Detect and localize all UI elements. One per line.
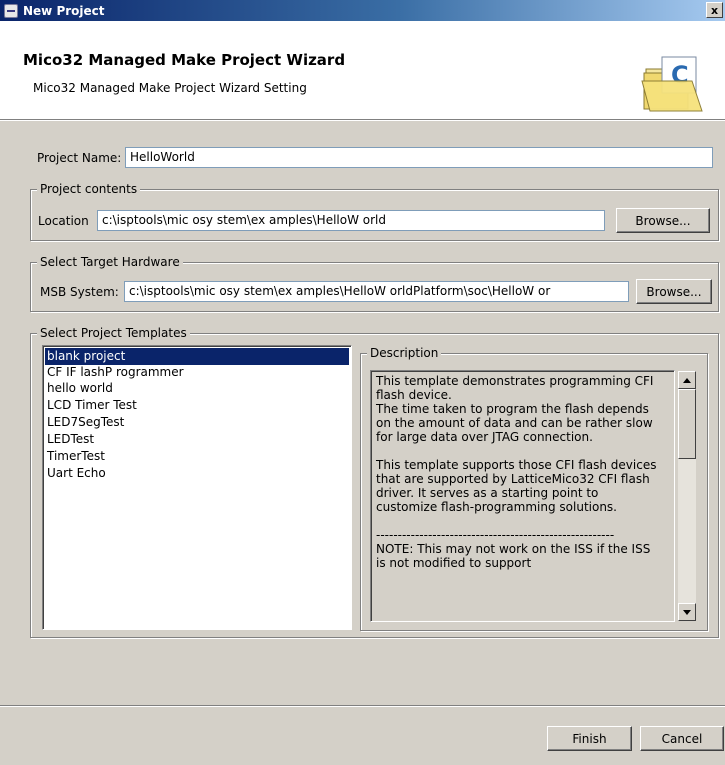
scroll-thumb[interactable] xyxy=(678,389,696,459)
msb-browse-button[interactable]: Browse... xyxy=(636,279,712,304)
template-list[interactable]: blank project CF IF lashP rogrammer hell… xyxy=(42,345,352,630)
finish-button[interactable]: Finish xyxy=(547,726,632,751)
template-item-timertest[interactable]: TimerTest xyxy=(45,448,349,465)
template-item-ledtest[interactable]: LEDTest xyxy=(45,431,349,448)
msb-system-label: MSB System: xyxy=(40,285,119,299)
project-name-label: Project Name: xyxy=(37,151,122,165)
msb-system-input[interactable]: c:\isptools\mic osy stem\ex amples\Hello… xyxy=(124,281,629,302)
description-scrollbar[interactable] xyxy=(678,371,696,621)
folder-c-icon: C xyxy=(641,56,703,112)
template-item-uart-echo[interactable]: Uart Echo xyxy=(45,465,349,482)
location-browse-button[interactable]: Browse... xyxy=(616,208,710,233)
description-paragraph-3: ----------------------------------------… xyxy=(376,528,651,570)
banner-divider xyxy=(0,120,725,121)
description-paragraph-1: This template demonstrates programming C… xyxy=(376,374,654,444)
bottom-separator-highlight xyxy=(0,706,725,707)
scroll-up-arrow-icon[interactable] xyxy=(678,371,696,389)
template-item-cfi-flash-programmer[interactable]: CF IF lashP rogrammer xyxy=(45,365,349,380)
wizard-title: Mico32 Managed Make Project Wizard xyxy=(23,51,346,69)
description-text: This template demonstrates programming C… xyxy=(370,370,675,622)
project-templates-legend: Select Project Templates xyxy=(37,326,190,340)
window-title: New Project xyxy=(23,3,105,18)
project-contents-legend: Project contents xyxy=(37,182,141,196)
description-paragraph-2: This template supports those CFI flash d… xyxy=(376,458,657,514)
close-button[interactable]: x xyxy=(706,2,723,18)
location-label: Location xyxy=(38,214,89,228)
template-item-lcd-timer-test[interactable]: LCD Timer Test xyxy=(45,397,349,414)
title-bar: New Project x xyxy=(0,0,725,21)
wizard-description: Mico32 Managed Make Project Wizard Setti… xyxy=(33,81,307,95)
template-item-blank-project[interactable]: blank project xyxy=(45,348,349,365)
project-name-input[interactable]: HelloWorld xyxy=(125,147,713,168)
scroll-down-arrow-icon[interactable] xyxy=(678,603,696,621)
wizard-banner: Mico32 Managed Make Project Wizard Mico3… xyxy=(0,21,725,120)
target-hardware-legend: Select Target Hardware xyxy=(37,255,183,269)
template-item-led7segtest[interactable]: LED7SegTest xyxy=(45,414,349,431)
window-icon xyxy=(4,3,18,18)
location-input[interactable]: c:\isptools\mic osy stem\ex amples\Hello… xyxy=(97,210,605,231)
cancel-button[interactable]: Cancel xyxy=(640,726,724,751)
template-item-hello-world[interactable]: hello world xyxy=(45,380,349,397)
description-legend: Description xyxy=(367,346,442,360)
